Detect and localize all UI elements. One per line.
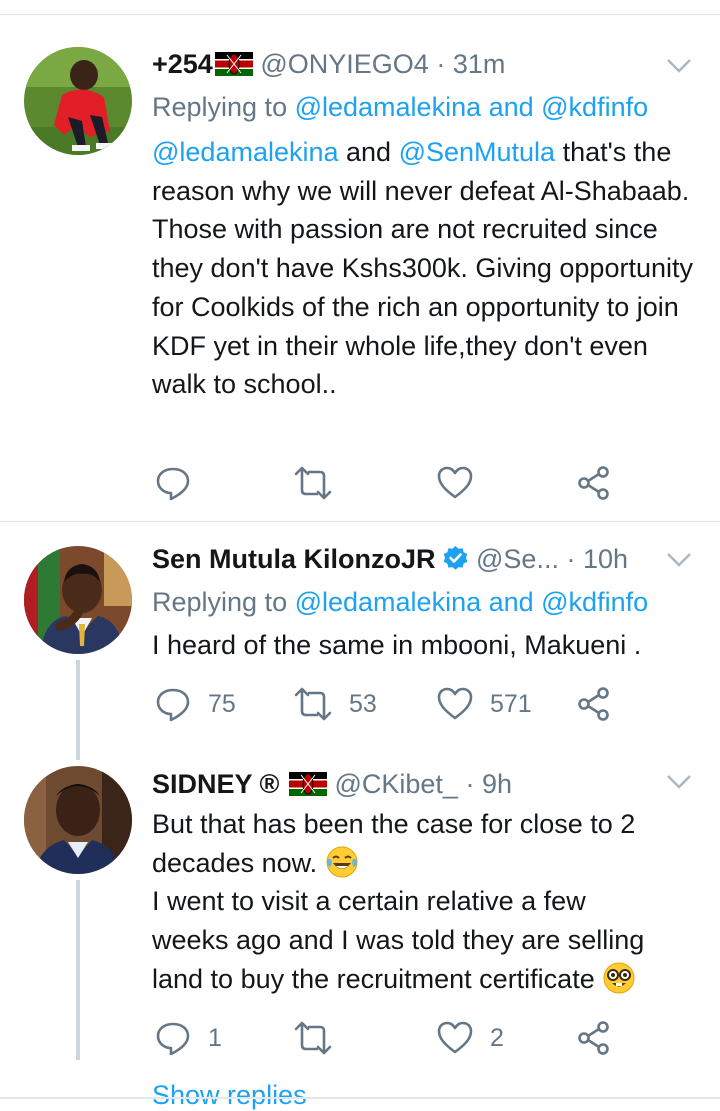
like-icon bbox=[437, 687, 473, 720]
mention-link[interactable]: @SenMutula bbox=[399, 137, 556, 167]
reply-icon bbox=[156, 467, 190, 501]
nerd-face-emoji bbox=[603, 962, 635, 994]
chevron-down-icon[interactable] bbox=[666, 774, 692, 790]
reply-count: 1 bbox=[208, 1023, 222, 1052]
tweet-actions: 1 2 bbox=[152, 1018, 632, 1058]
replying-to-links[interactable]: @ledamalekina and @kdfinfo bbox=[295, 587, 649, 617]
bottom-divider bbox=[0, 1097, 720, 1099]
mention-link[interactable]: @ledamalekina bbox=[152, 137, 339, 167]
tweet-text-line: land to buy the recruitment certificate bbox=[152, 963, 595, 994]
like-button[interactable]: 2 bbox=[436, 1018, 504, 1058]
tweet-header: SIDNEY ® @CKibet_ · 9h bbox=[152, 767, 512, 801]
chevron-down-icon[interactable] bbox=[666, 58, 692, 74]
avatar[interactable] bbox=[24, 546, 132, 654]
kenya-flag-icon bbox=[214, 52, 253, 76]
tweet-actions: 75 53 571 bbox=[152, 684, 632, 724]
retweet-button[interactable] bbox=[293, 1018, 349, 1058]
verified-badge-icon bbox=[443, 546, 467, 570]
replying-prefix: Replying to bbox=[152, 92, 295, 122]
retweet-icon bbox=[294, 466, 332, 500]
replying-to: Replying to @ledamalekina and @kdfinfo bbox=[152, 585, 648, 619]
tweet-2[interactable]: Sen Mutula KilonzoJR @Se... · 10h Replyi… bbox=[0, 522, 720, 762]
replying-prefix: Replying to bbox=[152, 587, 295, 617]
retweet-icon bbox=[294, 687, 332, 721]
like-button[interactable] bbox=[436, 463, 490, 503]
reply-button[interactable]: 1 bbox=[154, 1018, 222, 1058]
tweet-3[interactable]: SIDNEY ® @CKibet_ · 9h But that has been… bbox=[0, 762, 720, 1092]
reply-button[interactable] bbox=[154, 463, 208, 503]
user-handle[interactable]: @CKibet_ bbox=[334, 769, 457, 799]
tweet-text-line: But that has been the case for close to … bbox=[152, 809, 636, 839]
share-icon bbox=[578, 687, 609, 721]
tweet-text-first: that's bbox=[555, 137, 627, 167]
like-icon bbox=[437, 466, 473, 499]
retweet-count: 53 bbox=[349, 689, 377, 718]
reply-icon bbox=[156, 688, 190, 722]
retweet-button[interactable]: 53 bbox=[293, 684, 377, 724]
separator-dot: · bbox=[436, 49, 446, 79]
avatar[interactable] bbox=[24, 766, 132, 874]
show-replies-link[interactable]: Show replies bbox=[152, 1080, 307, 1111]
replying-to-links[interactable]: @ledamalekina and @kdfinfo bbox=[295, 92, 649, 122]
like-button[interactable]: 571 bbox=[436, 684, 532, 724]
tweet-text-line: weeks ago and I was told they are sellin… bbox=[152, 925, 645, 956]
like-count: 571 bbox=[490, 689, 532, 718]
timestamp[interactable]: 31m bbox=[453, 49, 506, 79]
retweet-button[interactable] bbox=[293, 463, 349, 503]
user-handle[interactable]: @Se... bbox=[476, 544, 559, 574]
display-name[interactable]: Sen Mutula KilonzoJR bbox=[152, 544, 436, 574]
share-button[interactable] bbox=[576, 684, 612, 724]
display-name[interactable]: +254 bbox=[152, 49, 213, 79]
tweet-text: But that has been the case for close to … bbox=[152, 805, 707, 999]
timestamp[interactable]: 9h bbox=[482, 769, 512, 799]
like-count: 2 bbox=[490, 1023, 504, 1052]
tweet-header: Sen Mutula KilonzoJR @Se... · 10h bbox=[152, 542, 628, 576]
tweet-text: I heard of the same in mbooni, Makueni . bbox=[152, 630, 642, 660]
tweet-text-line-with-emoji: land to buy the recruitment certificate bbox=[152, 960, 707, 999]
timestamp[interactable]: 10h bbox=[583, 544, 628, 574]
reply-icon bbox=[156, 1022, 190, 1056]
share-icon bbox=[578, 1021, 609, 1055]
reply-count: 75 bbox=[208, 689, 236, 718]
tweet-text: @ledamalekina and @SenMutula that's the … bbox=[152, 133, 707, 404]
chevron-down-icon[interactable] bbox=[666, 552, 692, 568]
share-button[interactable] bbox=[576, 1018, 612, 1058]
tweet-text-line: I went to visit a certain relative a few bbox=[152, 886, 586, 917]
display-name[interactable]: SIDNEY ® bbox=[152, 769, 279, 799]
avatar[interactable] bbox=[24, 47, 132, 155]
replying-to: Replying to @ledamalekina and @kdfinfo bbox=[152, 90, 648, 124]
share-button[interactable] bbox=[576, 463, 612, 503]
separator-dot: · bbox=[566, 544, 576, 574]
kenya-flag-icon bbox=[288, 772, 327, 796]
tears-of-joy-emoji bbox=[326, 846, 358, 878]
tweet-header: +254 @ONYIEGO4 · 31m bbox=[152, 47, 505, 81]
tweet-text-line-with-emoji: decades now. bbox=[152, 844, 707, 883]
tweet-1[interactable]: +254 @ONYIEGO4 · 31m Replying to @ledama… bbox=[0, 0, 720, 520]
like-icon bbox=[437, 1021, 473, 1054]
tweet-actions bbox=[152, 463, 632, 503]
user-handle[interactable]: @ONYIEGO4 bbox=[260, 49, 428, 79]
separator-dot: · bbox=[465, 769, 475, 799]
reply-button[interactable]: 75 bbox=[154, 684, 236, 724]
tweet-text-and: and bbox=[338, 137, 399, 167]
share-icon bbox=[578, 466, 609, 500]
tweet-text-line: decades now. bbox=[152, 847, 318, 878]
retweet-icon bbox=[294, 1021, 332, 1055]
tweet-text-rest: the reason why we will never defeat Al-S… bbox=[152, 137, 693, 400]
